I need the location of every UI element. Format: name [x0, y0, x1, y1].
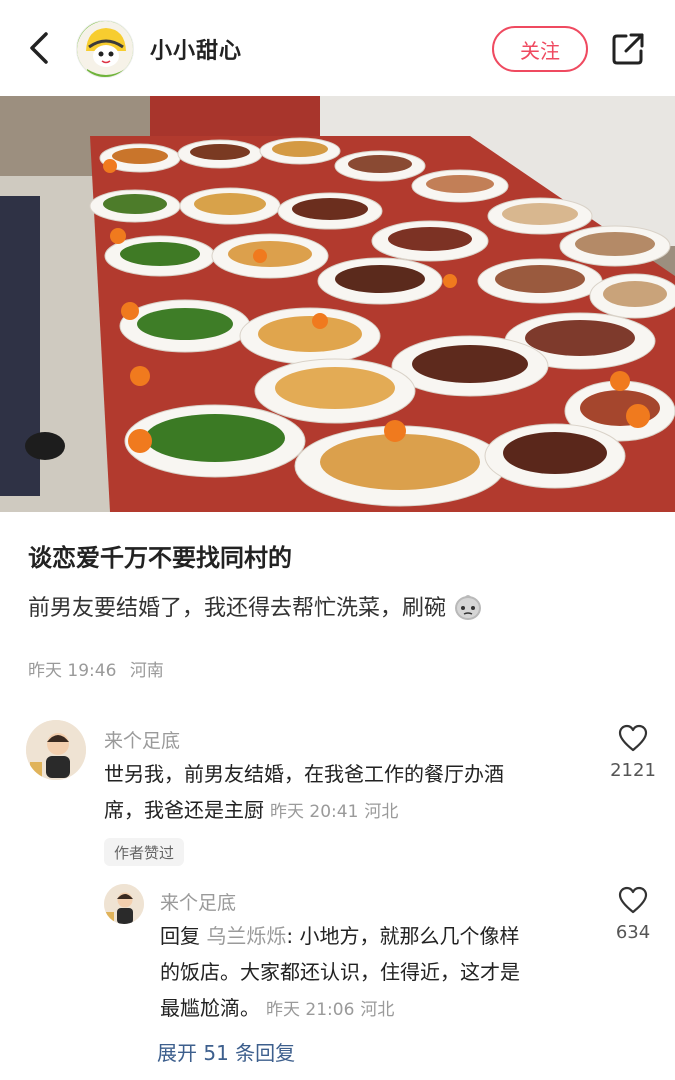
- replier-name[interactable]: 来个足底: [160, 888, 236, 915]
- post-meta: 昨天 19:46 河南: [28, 656, 164, 681]
- post-body-text: 前男友要结婚了，我还得去帮忙洗菜，刷碗: [28, 596, 447, 621]
- post-detail-page: 小小甜心 关注 谈恋爱千万不要找同村的 前男友要结婚了，我还得去帮忙洗菜，刷碗 …: [0, 0, 675, 1080]
- commenter-name[interactable]: 来个足底: [104, 726, 180, 753]
- reply-line-2: 的饭店。大家都还认识，住得近，这才是: [160, 960, 520, 984]
- post-photo[interactable]: [0, 96, 675, 512]
- comment-line-2-text: 席，我爸还是主厨: [104, 798, 264, 822]
- replier-avatar[interactable]: [104, 884, 144, 924]
- commenter-avatar[interactable]: [26, 720, 86, 780]
- author-liked-badge: 作者赞过: [104, 838, 185, 866]
- follow-button[interactable]: 关注: [492, 26, 588, 72]
- post-title: 谈恋爱千万不要找同村的: [28, 544, 292, 572]
- author-avatar[interactable]: [76, 20, 134, 78]
- reply-line-3: 最尴尬滴。 昨天 21:06 河北: [160, 990, 600, 1028]
- reply-location: 河北: [360, 1000, 395, 1020]
- reply-line-1-text: : 小地方，就那么几个像样: [286, 924, 520, 948]
- share-icon[interactable]: [609, 30, 647, 68]
- reply-time: 昨天 21:06: [266, 1000, 355, 1020]
- reply-line-1: 回复 乌兰烁烁: 小地方，就那么几个像样: [160, 918, 600, 954]
- comment-line-2: 席，我爸还是主厨 昨天 20:41 河北: [104, 792, 574, 830]
- comment-time: 昨天 20:41: [270, 802, 359, 822]
- post-time: 昨天 19:46: [28, 661, 117, 681]
- reply-to-user[interactable]: 乌兰烁烁: [206, 924, 286, 948]
- reply-heart-icon[interactable]: [618, 886, 648, 914]
- back-arrow-icon[interactable]: [22, 28, 58, 68]
- sweat-emoji-icon: [455, 595, 482, 620]
- comment-text[interactable]: 世另我，前男友结婚，在我爸工作的餐厅办酒 席，我爸还是主厨 昨天 20:41 河北: [104, 756, 574, 830]
- heart-icon[interactable]: [618, 724, 648, 752]
- post-body: 前男友要结婚了，我还得去帮忙洗菜，刷碗: [28, 590, 484, 622]
- post-location: 河南: [129, 661, 164, 681]
- comment-location: 河北: [364, 802, 399, 822]
- reply-line-3-text: 最尴尬滴。: [160, 996, 260, 1020]
- author-name[interactable]: 小小甜心: [150, 33, 242, 65]
- like-count: 2121: [610, 760, 656, 781]
- comment-line-1: 世另我，前男友结婚，在我爸工作的餐厅办酒: [104, 762, 504, 786]
- expand-replies-link[interactable]: 展开 51 条回复: [157, 1037, 295, 1066]
- reply-like-count: 634: [615, 922, 651, 943]
- top-bar: 小小甜心 关注: [0, 0, 675, 96]
- reply-text[interactable]: 回复 乌兰烁烁: 小地方，就那么几个像样 的饭店。大家都还认识，住得近，这才是 …: [160, 918, 600, 1028]
- reply-prefix: 回复: [160, 924, 200, 948]
